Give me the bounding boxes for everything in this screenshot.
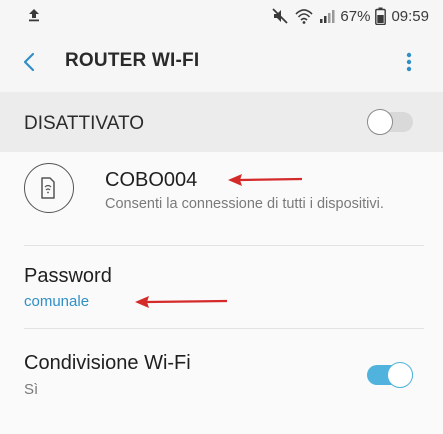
wifi-sharing-title: Condivisione Wi-Fi bbox=[24, 352, 191, 374]
master-toggle-knob bbox=[367, 109, 393, 135]
password-title: Password bbox=[24, 265, 112, 287]
master-toggle[interactable] bbox=[367, 109, 413, 135]
back-button[interactable] bbox=[16, 48, 44, 76]
more-options-icon[interactable] bbox=[398, 48, 420, 76]
mute-icon bbox=[272, 8, 289, 24]
network-name-row[interactable]: COBO004 Consenti la connessione di tutti… bbox=[0, 152, 443, 232]
annotation-arrow-password bbox=[135, 296, 228, 308]
master-switch-label: DISATTIVATO bbox=[24, 113, 144, 134]
device-icon bbox=[24, 163, 74, 213]
divider bbox=[24, 328, 424, 329]
status-icons: 67% 09:59 bbox=[271, 6, 429, 26]
wifi-sharing-value: Sì bbox=[24, 381, 39, 398]
wifi-sharing-toggle[interactable] bbox=[367, 362, 413, 388]
signal-icon bbox=[320, 10, 335, 23]
status-bar: 67% 09:59 bbox=[0, 0, 443, 32]
wifi-sharing-row[interactable]: Condivisione Wi-Fi Sì bbox=[0, 336, 443, 416]
wifi-sharing-toggle-knob bbox=[387, 362, 413, 388]
wifi-hotspot-icon bbox=[295, 9, 313, 24]
upload-icon bbox=[29, 9, 39, 22]
annotation-arrow-network bbox=[228, 174, 303, 186]
network-name: COBO004 bbox=[105, 169, 198, 191]
network-subtitle: Consenti la connessione di tutti i dispo… bbox=[105, 196, 384, 212]
app-bar: ROUTER WI-FI bbox=[0, 32, 443, 90]
page-title: ROUTER WI-FI bbox=[65, 50, 200, 71]
battery-percent: 67% bbox=[340, 7, 371, 25]
settings-card: COBO004 Consenti la connessione di tutti… bbox=[0, 152, 443, 434]
password-row[interactable]: Password comunale bbox=[0, 252, 443, 326]
divider bbox=[24, 245, 424, 246]
battery-icon bbox=[375, 7, 387, 25]
clock: 09:59 bbox=[391, 7, 429, 25]
master-switch-row[interactable]: DISATTIVATO bbox=[0, 92, 443, 152]
password-value: comunale bbox=[24, 293, 90, 310]
